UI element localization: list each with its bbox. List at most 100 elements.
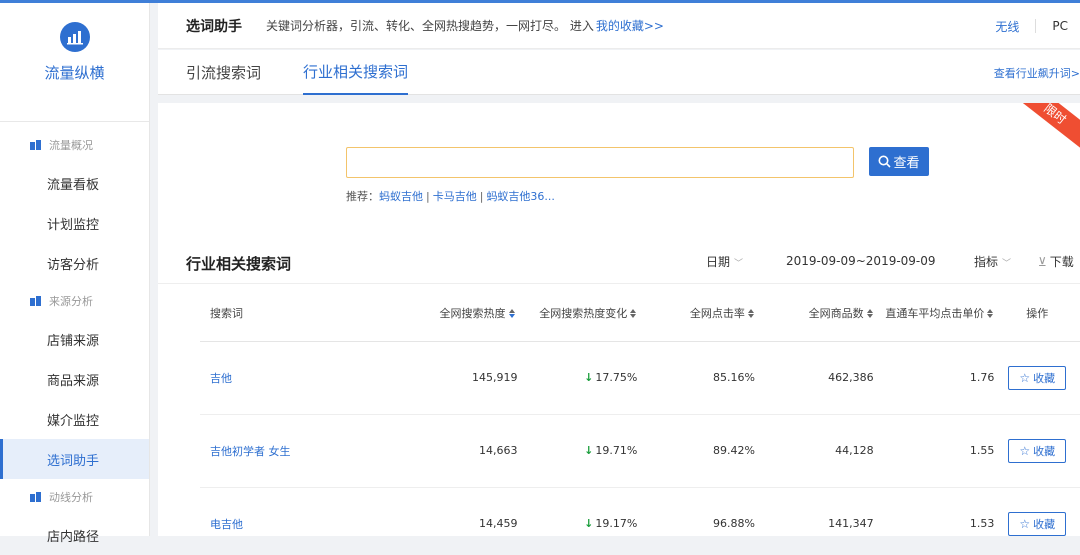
divider <box>158 283 1080 284</box>
action-cell: ☆ 收藏 <box>994 414 1080 488</box>
search-button[interactable]: 查看 <box>869 147 929 176</box>
search-button-label: 查看 <box>893 156 920 171</box>
nav-group-label: 来源分析 <box>49 295 93 308</box>
download-icon: ⊻ <box>1038 255 1047 269</box>
nav-group-label: 动线分析 <box>49 491 93 504</box>
nav-group-source-analysis: 来源分析 <box>0 283 149 319</box>
separator: | <box>479 190 484 203</box>
building-icon <box>30 296 41 306</box>
wireless-toggle[interactable]: 无线 <box>995 18 1019 35</box>
favorite-label: 收藏 <box>1033 444 1056 458</box>
keyword-link[interactable]: 吉他 <box>200 341 382 415</box>
avg-cpc: 1.55 <box>873 414 995 488</box>
search-input[interactable] <box>346 147 854 178</box>
limited-time-ribbon: 限时 <box>1018 103 1080 158</box>
favorite-button[interactable]: ☆ 收藏 <box>1008 511 1067 536</box>
keyword-link[interactable]: 吉他初学者 女生 <box>200 414 382 488</box>
heat-change-value: 17.75% <box>595 371 638 384</box>
table-row: 吉他 145,919 ↓ 17.75% 85.16% 462,386 1.76 ☆… <box>200 341 1080 415</box>
arrow-down-icon: ↓ <box>584 517 594 530</box>
pc-toggle[interactable]: PC <box>1052 19 1068 33</box>
sort-icon <box>866 309 874 319</box>
date-dropdown[interactable]: 日期 ﹀ <box>706 253 743 270</box>
search-heat: 145,919 <box>381 341 518 415</box>
sidebar-item-traffic-dashboard[interactable]: 流量看板 <box>0 163 149 203</box>
arrow-down-icon: ↓ <box>584 371 594 384</box>
arrow-down-icon: ↓ <box>584 444 594 457</box>
building-icon <box>30 492 41 502</box>
my-favorites-link[interactable]: 我的收藏>> <box>596 17 664 34</box>
col-label: 全网商品数 <box>808 306 864 320</box>
sidebar-item-plan-monitor[interactable]: 计划监控 <box>0 203 149 243</box>
keyword-link[interactable]: 电吉他 <box>200 487 382 536</box>
recommend-link[interactable]: 卡马吉他 <box>433 190 477 203</box>
favorite-label: 收藏 <box>1033 517 1056 531</box>
device-switch: 无线 PC <box>995 3 1080 49</box>
avg-cpc: 1.53 <box>873 487 995 536</box>
nav-group-label: 流量概况 <box>49 139 93 152</box>
col-label: 全网搜索热度 <box>439 306 506 320</box>
sort-icon <box>630 309 637 319</box>
metric-dropdown[interactable]: 指标 ﹀ <box>974 253 1011 270</box>
brand-name: 流量纵横 <box>44 64 105 82</box>
metric-label: 指标 <box>974 255 999 269</box>
goods-count: 462,386 <box>754 341 874 415</box>
ctr: 96.88% <box>637 487 755 536</box>
ctr: 89.42% <box>637 414 755 488</box>
recommend-link[interactable]: 蚂蚁吉他36... <box>486 190 555 203</box>
sidebar-item-keyword-assistant[interactable]: 选词助手 <box>0 439 149 479</box>
brand[interactable]: 流量纵横 <box>0 22 149 122</box>
heat-change: ↓ 17.75% <box>517 341 638 415</box>
favorite-button[interactable]: ☆ 收藏 <box>1008 365 1067 390</box>
sidebar-item-in-store-path[interactable]: 店内路径 <box>0 515 149 555</box>
table-row: 电吉他 14,459 ↓ 19.17% 96.88% 141,347 1.53 ☆… <box>200 487 1080 536</box>
building-icon <box>30 140 41 150</box>
sidebar-item-visitor-analysis[interactable]: 访客分析 <box>0 243 149 283</box>
star-icon: ☆ <box>1019 516 1031 531</box>
search-heat: 14,663 <box>381 414 518 488</box>
page-title: 选词助手 <box>186 18 242 35</box>
col-ctr[interactable]: 全网点击率 <box>637 285 755 342</box>
tab-traffic-keywords[interactable]: 引流搜索词 <box>186 50 261 95</box>
avg-cpc: 1.76 <box>873 341 995 415</box>
separator: | <box>426 190 430 203</box>
action-cell: ☆ 收藏 <box>994 487 1080 536</box>
section-title: 行业相关搜索词 <box>186 255 292 273</box>
divider <box>1035 19 1037 33</box>
chevron-down-icon: ﹀ <box>734 259 744 269</box>
ctr: 85.16% <box>637 341 755 415</box>
sidebar-item-product-source[interactable]: 商品来源 <box>0 359 149 399</box>
col-heat-change[interactable]: 全网搜索热度变化 <box>517 285 638 342</box>
sidebar-item-store-source[interactable]: 店铺来源 <box>0 319 149 359</box>
search-heat: 14,459 <box>381 487 518 536</box>
nav-group-traffic-overview: 流量概况 <box>0 127 149 163</box>
sidebar: 流量纵横 流量概况 流量看板 计划监控 访客分析 来源分析 店铺来源 商品来源 … <box>0 3 150 545</box>
sort-icon <box>987 309 994 319</box>
recommend-link[interactable]: 蚂蚁吉他 <box>379 190 423 203</box>
date-range[interactable]: 2019-09-09~2019-09-09 <box>786 254 936 268</box>
col-label: 直通车平均点击单价 <box>885 306 985 320</box>
download-button[interactable]: ⊻ 下载 <box>1038 253 1074 270</box>
main-panel: 限时 查看 推荐：蚂蚁吉他 | 卡马吉他 | 蚂蚁吉他36... 行业相关搜索词 日期 ﹀… <box>158 103 1080 536</box>
sidebar-item-media-monitor[interactable]: 媒介监控 <box>0 399 149 439</box>
col-avg-cpc[interactable]: 直通车平均点击单价 <box>873 285 995 342</box>
recommend-label: 推荐： <box>346 190 379 203</box>
heat-change: ↓ 19.71% <box>517 414 638 488</box>
page-description: 关键词分析器，引流、转化、全网热搜趋势，一网打尽。 进入 <box>266 19 594 33</box>
action-cell: ☆ 收藏 <box>994 341 1080 415</box>
col-goods-count[interactable]: 全网商品数 <box>754 285 874 342</box>
col-label: 全网点击率 <box>689 306 745 320</box>
sidebar-nav: 流量概况 流量看板 计划监控 访客分析 来源分析 店铺来源 商品来源 媒介监控 … <box>0 122 149 555</box>
col-label: 全网搜索热度变化 <box>539 306 628 320</box>
industry-rising-words-link[interactable]: 查看行业飙升词> <box>994 50 1080 95</box>
tab-bar: 引流搜索词 行业相关搜索词 查看行业飙升词> <box>158 50 1080 95</box>
heat-change-value: 19.17% <box>595 517 638 530</box>
col-search-heat[interactable]: 全网搜索热度 <box>381 285 518 342</box>
download-label: 下载 <box>1049 255 1074 269</box>
favorite-button[interactable]: ☆ 收藏 <box>1008 438 1067 463</box>
star-icon: ☆ <box>1019 443 1031 458</box>
keyword-table: 搜索词 全网搜索热度 全网搜索热度变化 全网点击率 全网商品数 直通车平均点击单… <box>200 285 1080 536</box>
table-row: 吉他初学者 女生 14,663 ↓ 19.71% 89.42% 44,128 1.… <box>200 414 1080 488</box>
tab-industry-keywords[interactable]: 行业相关搜索词 <box>303 50 409 95</box>
col-action: 操作 <box>994 285 1080 342</box>
